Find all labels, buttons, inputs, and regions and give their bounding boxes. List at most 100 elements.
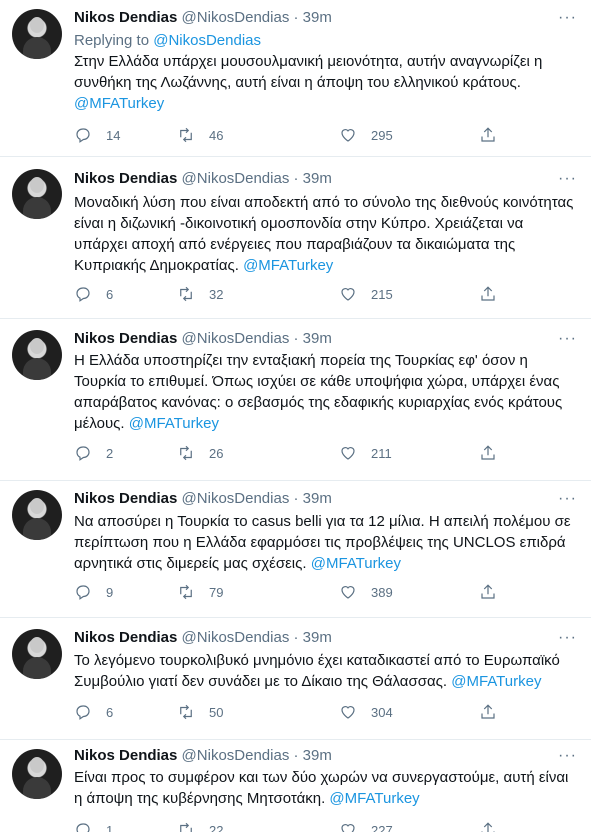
like-button[interactable]: 304: [339, 703, 393, 721]
author-handle[interactable]: @NikosDendias: [182, 170, 290, 187]
avatar[interactable]: [12, 490, 62, 540]
retweet-icon: [180, 127, 192, 143]
mention-link[interactable]: @MFATurkey: [243, 257, 333, 274]
mention-link[interactable]: @MFATurkey: [74, 95, 164, 112]
avatar[interactable]: [12, 629, 62, 679]
reply-count: 6: [106, 286, 114, 302]
tweet[interactable]: Nikos Dendias @NikosDendias · 39m ··· Re…: [0, 0, 591, 157]
like-button[interactable]: 227: [339, 821, 393, 832]
more-icon[interactable]: ···: [558, 329, 577, 348]
reply-button[interactable]: 6: [74, 285, 113, 303]
tweet-header: Nikos Dendias @NikosDendias · 39m: [74, 169, 332, 188]
timestamp[interactable]: 39m: [303, 490, 332, 507]
author-handle[interactable]: @NikosDendias: [182, 490, 290, 507]
author-handle[interactable]: @NikosDendias: [182, 330, 290, 347]
more-icon[interactable]: ···: [558, 489, 577, 508]
tweet-header: Nikos Dendias @NikosDendias · 39m: [74, 628, 332, 647]
timestamp[interactable]: 39m: [303, 330, 332, 347]
tweet-text: Στην Ελλάδα υπάρχει μουσουλμανική μειονό…: [74, 51, 579, 114]
share-button[interactable]: [479, 821, 497, 832]
like-button[interactable]: 389: [339, 583, 393, 601]
share-icon: [481, 286, 495, 301]
author-name[interactable]: Nikos Dendias: [74, 747, 177, 764]
author-name[interactable]: Nikos Dendias: [74, 9, 177, 26]
author-name[interactable]: Nikos Dendias: [74, 629, 177, 646]
retweet-button[interactable]: 26: [177, 444, 223, 462]
action-bar: 9 79 389: [74, 583, 497, 603]
retweet-count: 22: [209, 822, 224, 832]
replying-to-link[interactable]: @NikosDendias: [153, 32, 261, 49]
author-handle[interactable]: @NikosDendias: [182, 629, 290, 646]
more-icon[interactable]: ···: [558, 169, 577, 188]
timestamp[interactable]: 39m: [303, 629, 332, 646]
tweet[interactable]: Nikos Dendias @NikosDendias · 39m ··· Εί…: [0, 740, 591, 832]
retweet-count: 32: [209, 286, 224, 302]
retweet-button[interactable]: 79: [177, 583, 223, 601]
share-icon: [481, 822, 495, 832]
retweet-icon: [180, 822, 192, 832]
reply-count: 1: [106, 822, 114, 832]
separator-dot: ·: [293, 629, 299, 646]
avatar[interactable]: [12, 330, 62, 380]
like-button[interactable]: 211: [339, 444, 392, 462]
tweet-text: Να αποσύρει η Τουρκία το casus belli για…: [74, 511, 579, 574]
avatar[interactable]: [12, 9, 62, 59]
share-button[interactable]: [479, 444, 497, 462]
share-button[interactable]: [479, 126, 497, 144]
like-button[interactable]: 295: [339, 126, 393, 144]
share-button[interactable]: [479, 583, 497, 601]
share-icon: [481, 127, 495, 142]
mention-link[interactable]: @MFATurkey: [329, 790, 419, 807]
reply-count: 14: [106, 127, 121, 143]
avatar[interactable]: [12, 169, 62, 219]
like-count: 389: [371, 584, 393, 600]
reply-button[interactable]: 14: [74, 126, 120, 144]
mention-link[interactable]: @MFATurkey: [451, 673, 541, 690]
timestamp[interactable]: 39m: [303, 747, 332, 764]
action-bar: 6 50 304: [74, 703, 497, 723]
tweet-header: Nikos Dendias @NikosDendias · 39m: [74, 329, 332, 348]
tweet-body: Είναι προς το συμφέρον και των δύο χωρών…: [74, 769, 569, 807]
more-icon[interactable]: ···: [558, 628, 577, 647]
author-handle[interactable]: @NikosDendias: [182, 9, 290, 26]
tweet[interactable]: Nikos Dendias @NikosDendias · 39m ··· Να…: [0, 481, 591, 618]
retweet-button[interactable]: 32: [177, 285, 223, 303]
retweet-button[interactable]: 22: [177, 821, 223, 832]
reply-button[interactable]: 2: [74, 444, 113, 462]
like-button[interactable]: 215: [339, 285, 393, 303]
more-icon[interactable]: ···: [558, 746, 577, 765]
reply-button[interactable]: 1: [74, 821, 113, 832]
tweet[interactable]: Nikos Dendias @NikosDendias · 39m ··· Μο…: [0, 157, 591, 319]
like-count: 295: [371, 127, 393, 143]
reply-button[interactable]: 6: [74, 703, 113, 721]
tweet-body: Στην Ελλάδα υπάρχει μουσουλμανική μειονό…: [74, 53, 543, 91]
avatar[interactable]: [12, 749, 62, 799]
retweet-count: 26: [209, 445, 224, 461]
author-name[interactable]: Nikos Dendias: [74, 330, 177, 347]
author-handle[interactable]: @NikosDendias: [182, 747, 290, 764]
tweet[interactable]: Nikos Dendias @NikosDendias · 39m ··· Η …: [0, 319, 591, 481]
retweet-button[interactable]: 46: [177, 126, 223, 144]
like-icon: [341, 288, 355, 301]
timestamp[interactable]: 39m: [303, 9, 332, 26]
tweet-header: Nikos Dendias @NikosDendias · 39m: [74, 746, 332, 765]
action-bar: 2 26 211: [74, 444, 497, 464]
timestamp[interactable]: 39m: [303, 170, 332, 187]
share-button[interactable]: [479, 285, 497, 303]
author-name[interactable]: Nikos Dendias: [74, 490, 177, 507]
reply-button[interactable]: 9: [74, 583, 113, 601]
mention-link[interactable]: @MFATurkey: [311, 555, 401, 572]
retweet-icon: [180, 704, 192, 720]
author-name[interactable]: Nikos Dendias: [74, 170, 177, 187]
reply-count: 2: [106, 445, 114, 461]
replying-to-label: Replying to: [74, 32, 150, 49]
reply-count: 6: [106, 704, 114, 720]
like-icon: [341, 447, 355, 460]
mention-link[interactable]: @MFATurkey: [129, 415, 219, 432]
tweet-text: Είναι προς το συμφέρον και των δύο χωρών…: [74, 767, 579, 809]
retweet-button[interactable]: 50: [177, 703, 223, 721]
tweet-header: Nikos Dendias @NikosDendias · 39m: [74, 489, 332, 508]
more-icon[interactable]: ···: [558, 8, 577, 27]
tweet[interactable]: Nikos Dendias @NikosDendias · 39m ··· Το…: [0, 618, 591, 740]
share-button[interactable]: [479, 703, 497, 721]
